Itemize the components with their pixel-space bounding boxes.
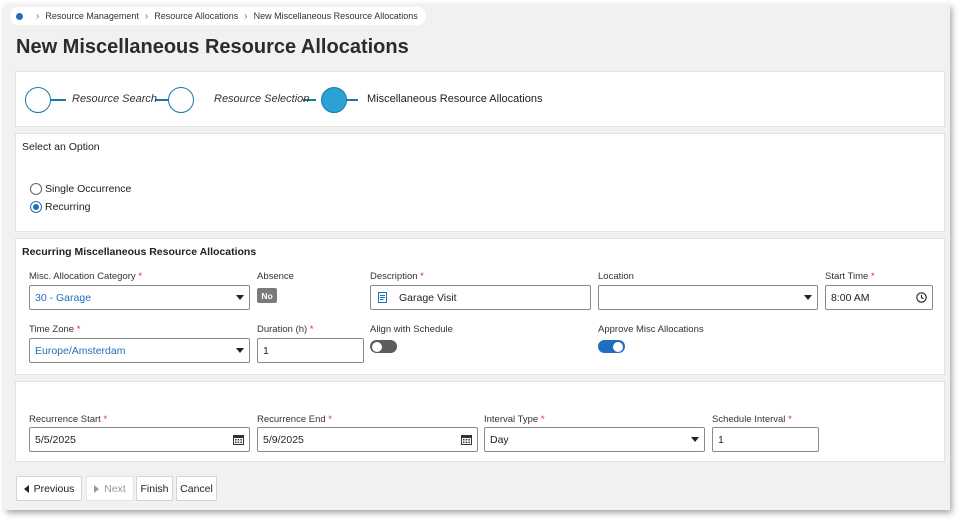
recurring-section-title: Recurring Miscellaneous Resource Allocat… xyxy=(22,246,257,258)
arrow-left-icon xyxy=(23,484,29,493)
absence-label: Absence xyxy=(257,271,294,282)
schedule-interval-label: Schedule Interval * xyxy=(712,414,792,425)
wizard-step-label: Resource Selection xyxy=(214,93,310,105)
recurrence-start-label: Recurrence Start * xyxy=(29,414,108,425)
start-time-input[interactable]: 8:00 AM xyxy=(825,285,933,310)
cancel-button[interactable]: Cancel xyxy=(176,476,217,501)
option-section: Select an Option Single Occurrence Recur… xyxy=(15,133,945,232)
recurrence-start-input[interactable]: 5/5/2025 xyxy=(29,427,250,452)
duration-label: Duration (h) * xyxy=(257,324,314,335)
interval-type-label: Interval Type * xyxy=(484,414,545,425)
recurrence-end-label: Recurrence End * xyxy=(257,414,332,425)
category-label: Misc. Allocation Category * xyxy=(29,271,143,282)
time-zone-label: Time Zone * xyxy=(29,324,81,335)
step-circle-active-icon xyxy=(321,87,347,113)
radio-unchecked-icon[interactable] xyxy=(30,183,42,195)
chevron-down-icon xyxy=(691,437,699,442)
radio-label: Single Occurrence xyxy=(45,183,132,195)
toggle-knob xyxy=(613,341,623,352)
location-select[interactable] xyxy=(598,285,818,310)
duration-input[interactable]: 1 xyxy=(257,338,364,363)
previous-button[interactable]: Previous xyxy=(16,476,82,501)
location-label: Location xyxy=(598,271,634,282)
finish-button[interactable]: Finish xyxy=(136,476,173,501)
approve-toggle[interactable] xyxy=(598,340,625,353)
chevron-right-icon: › xyxy=(244,10,248,22)
radio-checked-icon[interactable] xyxy=(30,201,42,213)
schedule-interval-input[interactable]: 1 xyxy=(712,427,819,452)
chevron-right-icon: › xyxy=(36,10,40,22)
wizard-step-resource-selection[interactable] xyxy=(168,87,194,113)
calendar-icon[interactable] xyxy=(461,434,472,445)
calendar-icon[interactable] xyxy=(233,434,244,445)
category-select[interactable]: 30 - Garage xyxy=(29,285,250,310)
step-circle-icon xyxy=(25,87,51,113)
time-zone-select[interactable]: Europe/Amsterdam xyxy=(29,338,250,363)
chevron-right-icon: › xyxy=(144,10,149,22)
breadcrumb-resource-allocations[interactable]: Resource Allocations xyxy=(154,11,238,21)
next-button[interactable]: Next xyxy=(86,476,134,501)
radio-single-occurrence[interactable]: Single Occurrence xyxy=(30,183,131,195)
app-window: › Resource Management › Resource Allocat… xyxy=(4,4,950,510)
home-icon[interactable] xyxy=(16,12,23,20)
breadcrumb-current: New Miscellaneous Resource Allocations xyxy=(253,11,418,21)
radio-label: Recurring xyxy=(45,201,91,213)
recurrence-section: Recurrence Start * 5/5/2025 Recurrence E… xyxy=(15,381,945,462)
document-icon xyxy=(378,292,387,303)
wizard-step-label: Miscellaneous Resource Allocations xyxy=(367,93,543,105)
approve-label: Approve Misc Allocations xyxy=(598,324,704,335)
wizard-step-misc-allocations[interactable] xyxy=(321,87,347,113)
chevron-down-icon xyxy=(236,295,244,300)
absence-badge: No xyxy=(257,288,277,303)
description-label: Description * xyxy=(370,271,424,282)
align-schedule-label: Align with Schedule xyxy=(370,324,453,335)
chevron-down-icon xyxy=(236,348,244,353)
description-input[interactable]: Garage Visit xyxy=(370,285,591,310)
page-title: New Miscellaneous Resource Allocations xyxy=(16,36,409,58)
recurring-section: Recurring Miscellaneous Resource Allocat… xyxy=(15,238,945,375)
chevron-down-icon xyxy=(804,295,812,300)
interval-type-select[interactable]: Day xyxy=(484,427,705,452)
wizard-steps: Resource Search Resource Selection Misce… xyxy=(15,71,945,127)
clock-icon[interactable] xyxy=(916,292,927,303)
wizard-step-resource-search[interactable] xyxy=(25,87,51,113)
breadcrumb: › Resource Management › Resource Allocat… xyxy=(10,7,426,25)
wizard-connector xyxy=(346,99,358,101)
toggle-knob xyxy=(372,341,382,352)
radio-recurring[interactable]: Recurring xyxy=(30,201,91,213)
option-section-title: Select an Option xyxy=(22,141,100,153)
breadcrumb-resource-management[interactable]: Resource Management xyxy=(45,11,139,21)
start-time-label: Start Time * xyxy=(825,271,875,282)
recurrence-end-input[interactable]: 5/9/2025 xyxy=(257,427,478,452)
step-circle-icon xyxy=(168,87,194,113)
align-schedule-toggle[interactable] xyxy=(370,340,397,353)
wizard-step-label: Resource Search xyxy=(72,93,157,105)
arrow-right-icon xyxy=(94,484,100,493)
